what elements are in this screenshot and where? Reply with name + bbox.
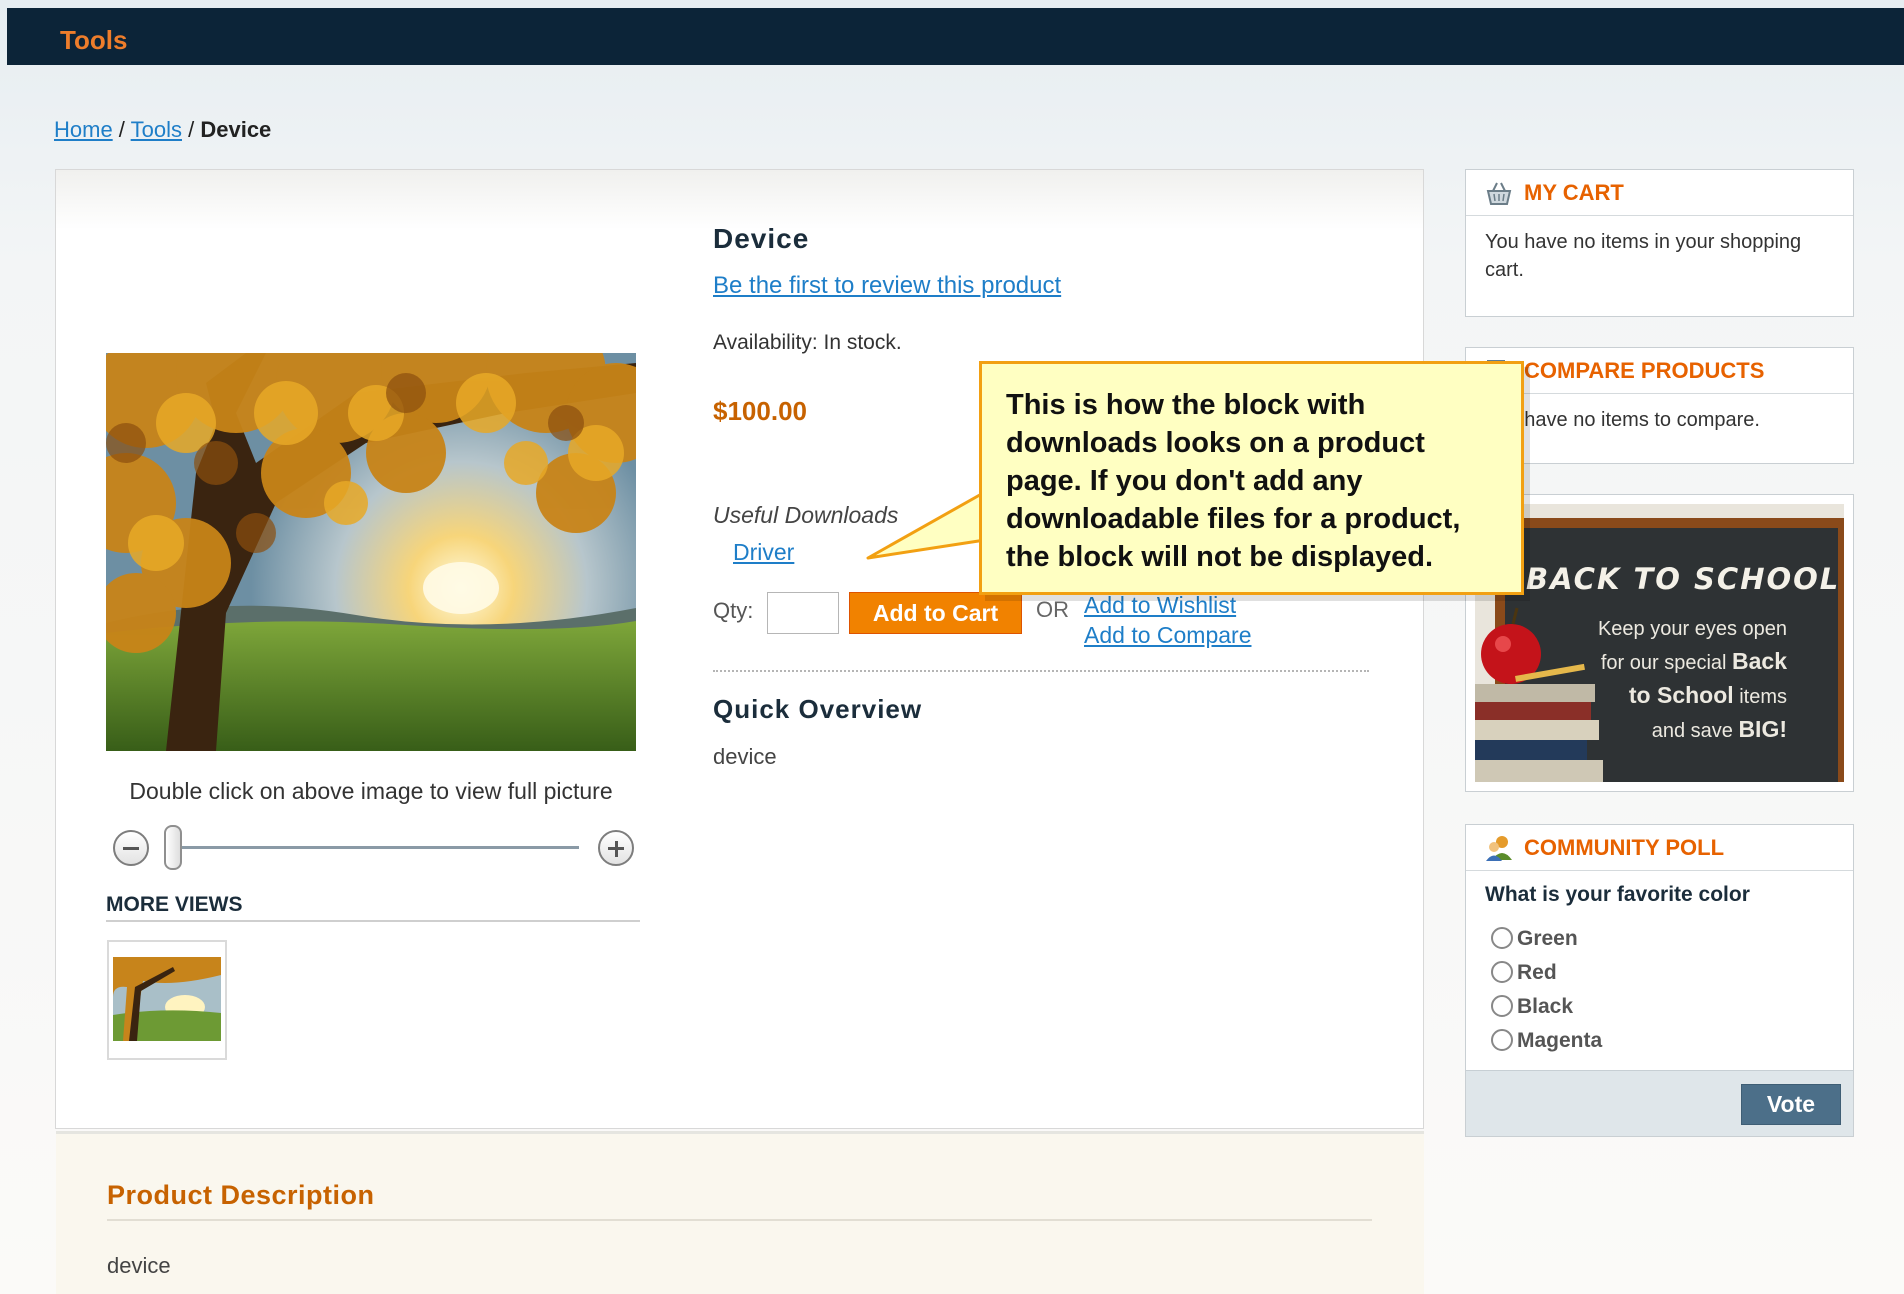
banner-text: Keep your eyes open for our special Back… [1597, 618, 1787, 742]
my-cart-title: MY CART [1524, 180, 1624, 205]
banner-heading: BACK TO SCHOOL [1526, 562, 1841, 596]
zoom-slider-handle[interactable] [164, 825, 182, 870]
annotation-callout-text: This is how the block with downloads loo… [1006, 389, 1461, 573]
my-cart-block: MY CART You have no items in your shoppi… [1465, 169, 1854, 317]
product-price: $100.00 [713, 396, 807, 426]
product-description-title: Product Description [107, 1180, 375, 1210]
breadcrumb-separator: / [182, 117, 201, 142]
radio-icon[interactable] [1491, 961, 1513, 983]
useful-downloads-title: Useful Downloads [713, 502, 899, 528]
shopping-basket-icon [1486, 182, 1512, 205]
poll-option-magenta[interactable]: Magenta [1491, 1029, 1602, 1053]
zoom-hint: Double click on above image to view full… [129, 778, 613, 804]
breadcrumb-tools[interactable]: Tools [131, 117, 182, 142]
community-poll-title: COMMUNITY POLL [1524, 835, 1725, 860]
page: Tools Home / Tools / Device Double click… [0, 0, 1904, 1294]
availability: Availability: In stock. [713, 331, 902, 354]
add-to-cart-button[interactable]: Add to Cart [849, 592, 1022, 634]
poll-question: What is your favorite color [1485, 883, 1750, 906]
annotation-callout: This is how the block with downloads loo… [979, 361, 1524, 595]
radio-icon[interactable] [1491, 927, 1513, 949]
community-poll-block: COMMUNITY POLL What is your favorite col… [1465, 824, 1854, 1137]
qty-label: Qty: [713, 598, 754, 623]
review-link[interactable]: Be the first to review this product [713, 272, 1061, 300]
poll-option-black[interactable]: Black [1491, 995, 1573, 1019]
breadcrumb-home[interactable]: Home [54, 117, 113, 142]
download-driver-link[interactable]: Driver [733, 539, 794, 566]
compare-products-text: You have no items to compare. [1485, 409, 1760, 431]
product-description-panel [56, 1131, 1424, 1294]
vote-button[interactable]: Vote [1741, 1084, 1841, 1125]
more-views-thumbnail[interactable] [107, 940, 227, 1060]
product-description-text: device [107, 1253, 171, 1278]
zoom-out-icon[interactable] [113, 830, 149, 866]
my-cart-text: You have no items in your shopping cart. [1485, 231, 1802, 281]
radio-icon[interactable] [1491, 1029, 1513, 1051]
breadcrumb-separator: / [112, 117, 131, 142]
product-image[interactable] [106, 353, 636, 751]
poll-option-green[interactable]: Green [1491, 927, 1578, 951]
zoom-slider-track[interactable] [167, 846, 579, 849]
top-nav-bar: Tools [7, 8, 1904, 65]
product-name: Device [713, 223, 810, 254]
qty-input[interactable] [767, 592, 839, 634]
breadcrumb-current: Device [200, 117, 272, 142]
quick-overview-title: Quick Overview [713, 694, 923, 724]
more-views-title: MORE VIEWS [106, 893, 243, 916]
compare-products-title: COMPARE PRODUCTS [1524, 358, 1765, 383]
nav-tools-link[interactable]: Tools [60, 25, 127, 56]
add-to-wishlist-link[interactable]: Add to Wishlist [1084, 592, 1236, 619]
radio-icon[interactable] [1491, 995, 1513, 1017]
zoom-in-icon[interactable] [598, 830, 634, 866]
poll-option-red[interactable]: Red [1491, 961, 1557, 985]
or-label: OR [1036, 597, 1069, 622]
users-icon [1486, 836, 1512, 861]
add-to-compare-link[interactable]: Add to Compare [1084, 622, 1251, 649]
breadcrumb: Home / Tools / Device [54, 117, 271, 143]
quick-overview-text: device [713, 744, 777, 769]
